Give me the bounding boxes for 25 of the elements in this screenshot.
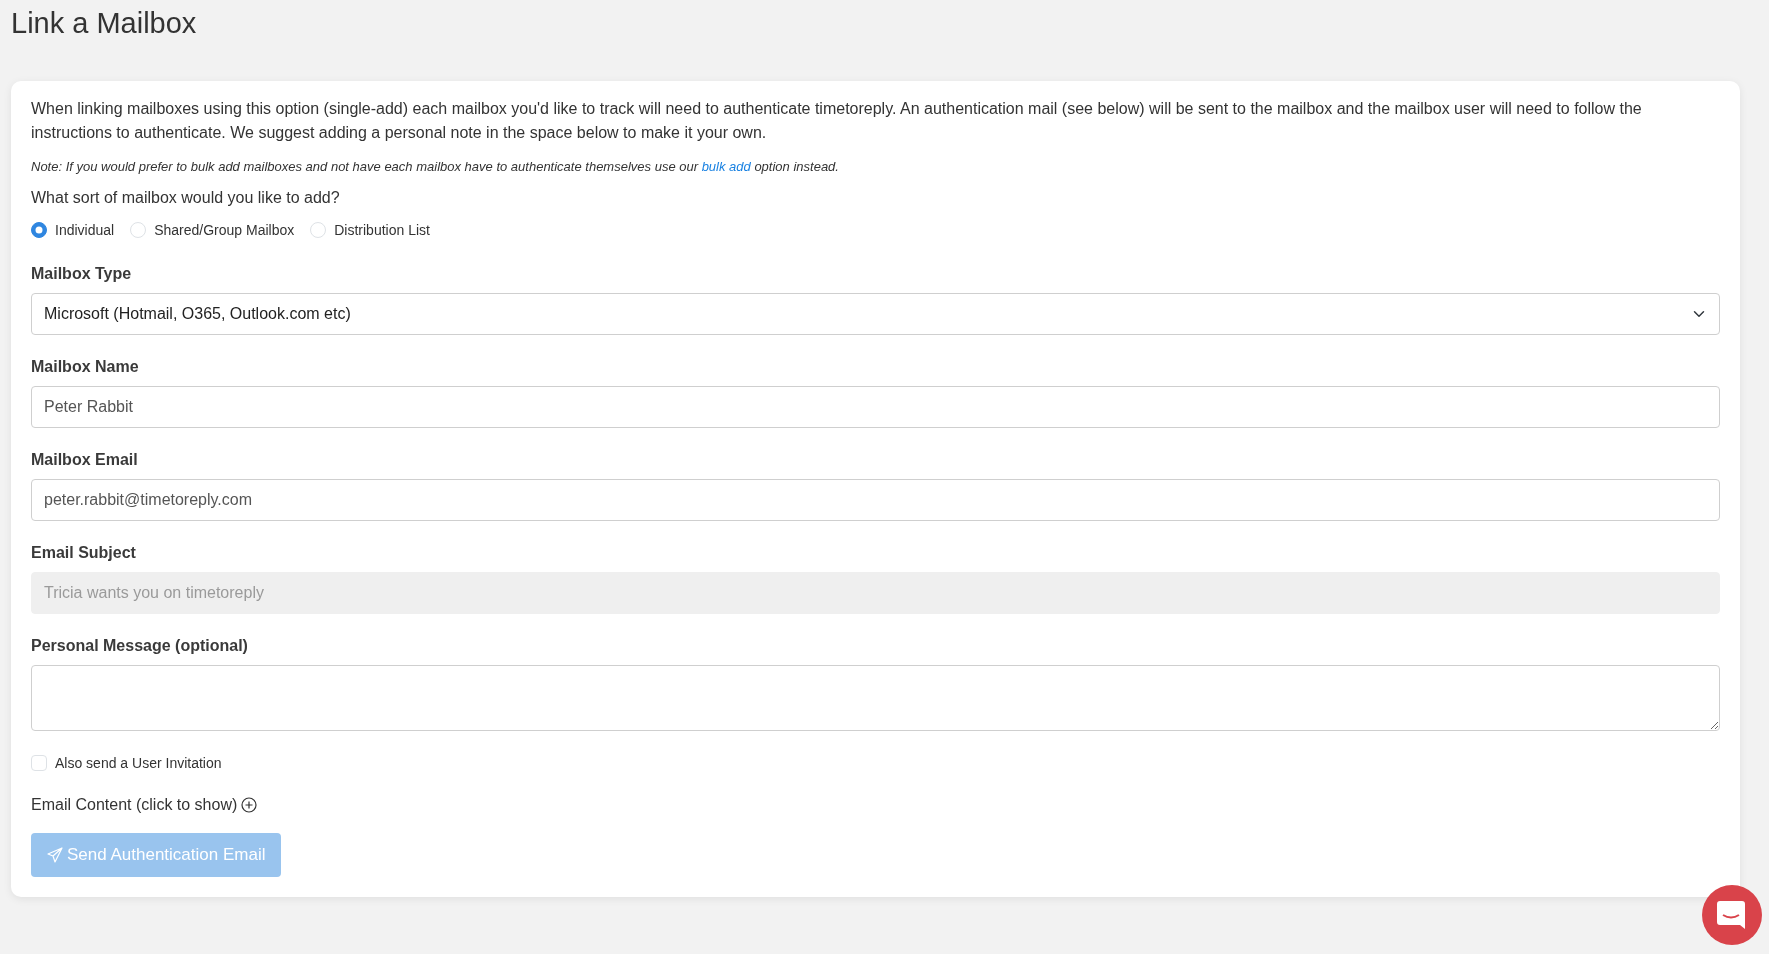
intro-text: When linking mailboxes using this option (single-add) each mailbox you'd like to track will need to authenticate timetoreply. An authentication mail (see below) will be sent to the mailbox and the mailbox user will need to follow the instructions to authenticate. We suggest adding a personal note in the space below to make it your own. xyxy=(31,98,1643,143)
message-field[interactable] xyxy=(31,665,1720,732)
input-field[interactable]: Peter Rabbit xyxy=(31,386,1720,429)
plus-circle-icon[interactable] xyxy=(241,797,258,814)
question-label: What sort of mailbox would you like to add? xyxy=(31,188,341,209)
chat-button[interactable] xyxy=(1702,885,1762,945)
radio-button[interactable] xyxy=(31,222,47,239)
field-label: Mailbox Email xyxy=(31,450,138,471)
radio-label[interactable]: Distribution List xyxy=(334,220,430,242)
field-label: Mailbox Name xyxy=(31,357,139,378)
input-field[interactable]: peter.rabbit@timetoreply.com xyxy=(31,479,1720,522)
field-label: Email Subject xyxy=(31,543,136,564)
mailbox-type-select[interactable]: Microsoft (Hotmail, O365, Outlook.com etc) xyxy=(31,293,1720,336)
radio-label[interactable]: Shared/Group Mailbox xyxy=(154,220,295,242)
radio-label[interactable]: Individual xyxy=(55,220,115,242)
bulk-add-link[interactable]: bulk add xyxy=(701,158,751,174)
paper-plane-icon xyxy=(47,847,63,864)
note-text: Note: If you would prefer to bulk add mailboxes and not have each mailbox have to authenticate themselves use our bulk add option instead. xyxy=(31,157,840,176)
field-label: Mailbox Type xyxy=(31,264,132,285)
field-label: Personal Message (optional) xyxy=(31,636,248,657)
email-content-toggle[interactable]: Email Content (click to show) xyxy=(31,793,238,818)
checkbox[interactable] xyxy=(31,755,47,772)
chat-icon xyxy=(1717,901,1747,929)
checkbox-label[interactable]: Also send a User Invitation xyxy=(55,753,222,775)
page-title: Link a Mailbox xyxy=(10,6,198,41)
